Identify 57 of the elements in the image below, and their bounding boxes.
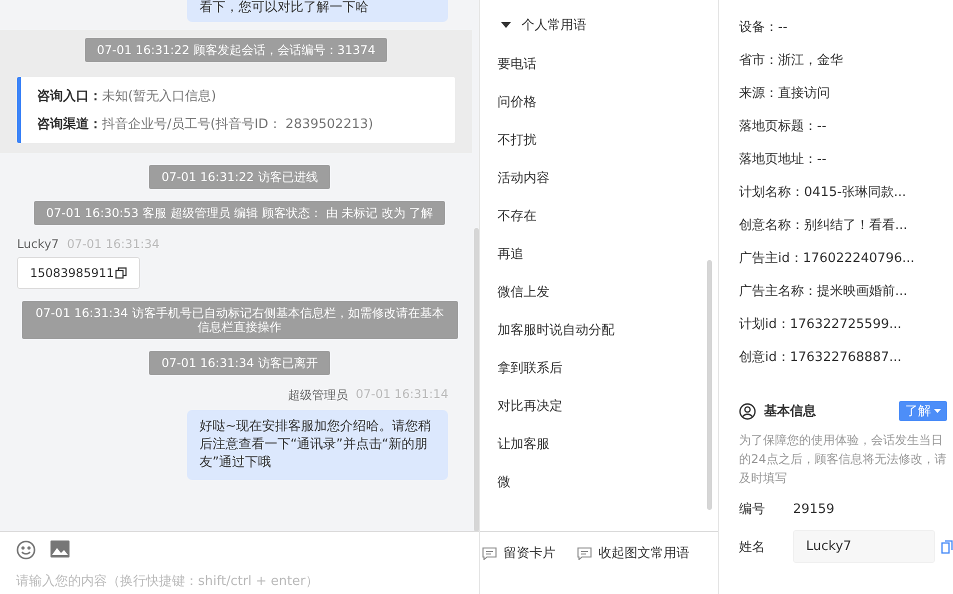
phrase-item[interactable]: 要电话	[497, 46, 718, 84]
message-time: 07-01 16:31:14	[356, 387, 448, 403]
info-field: 设备：--	[739, 18, 953, 51]
phrase-item[interactable]: 对比再决定	[497, 388, 718, 426]
message-bubble: 好哒~现在安排客服加您介绍哈。请您稍后注意查看一下“通讯录”并点击“新的朋友”通过下哦	[187, 410, 448, 480]
phrase-item[interactable]: 微	[497, 464, 718, 502]
system-notice: 07-01 16:31:22 访客已进线	[149, 165, 330, 189]
scrollbar[interactable]	[707, 260, 712, 510]
info-label: 咨询入口：	[37, 88, 102, 105]
scrollbar[interactable]	[474, 228, 480, 531]
phrase-item[interactable]: 不打扰	[497, 122, 718, 160]
info-value: 抖音企业号/员工号(抖音号ID： 2839502213)	[102, 116, 374, 133]
info-field: 创意id：176322768887...	[739, 348, 953, 381]
info-field: 来源：直接访问	[739, 84, 953, 117]
info-field: 广告主名称：提米映画婚前...	[739, 282, 953, 315]
info-value: 未知(暂无入口信息)	[102, 88, 216, 105]
field-label: 编号	[739, 501, 766, 518]
sender-name: Lucky7	[17, 237, 59, 251]
message-icon	[482, 546, 498, 560]
copy-icon[interactable]	[114, 267, 127, 279]
phrase-item[interactable]: 不存在	[497, 198, 718, 236]
info-field: 省市：浙江，金华	[739, 51, 953, 84]
phrase-item[interactable]: 加客服时说自动分配	[497, 312, 718, 350]
field-value: 29159	[793, 502, 834, 516]
system-notice: 07-01 16:31:34 访客已离开	[149, 351, 330, 375]
message-time: 07-01 16:31:34	[66, 237, 160, 251]
info-field: 广告主id：176022240796...	[739, 249, 953, 282]
phrase-item[interactable]: 再追	[497, 236, 718, 274]
message-icon	[577, 546, 592, 560]
name-input[interactable]: Lucky7	[793, 530, 935, 563]
info-field: 创意名称：别纠结了！看看...	[739, 216, 953, 249]
hint-text: 为了保障您的使用体验，会话发生当日的24点之后，顾客信息将无法修改，请及时填写	[739, 432, 948, 487]
info-field: 落地页地址：--	[739, 150, 953, 183]
info-field: 落地页标题：--	[739, 117, 953, 150]
system-notice: 07-01 16:31:22 顾客发起会话，会话编号：31374	[84, 38, 388, 62]
phrase-action-button[interactable]: 留资卡片	[482, 544, 556, 562]
info-label: 咨询渠道：	[37, 116, 102, 133]
phrase-item[interactable]: 让加客服	[497, 426, 718, 464]
phrase-item[interactable]: 拿到联系后	[497, 350, 718, 388]
caret-icon	[934, 409, 941, 413]
system-notice: 07-01 16:31:34 访客手机号已自动标记右侧基本信息栏，如需修改请在基本信息栏直接操作	[22, 301, 458, 339]
message-bubble: 看下，您可以对比了解一下哈	[187, 0, 448, 22]
info-field: 计划id：176322725599...	[739, 315, 953, 348]
phrase-action-button[interactable]: 收起图文常用语	[577, 544, 690, 562]
sender-name: 超级管理员	[288, 387, 348, 404]
phrase-item[interactable]: 问价格	[497, 84, 718, 122]
info-field: 计划名称：0415-张琳同款...	[739, 183, 953, 216]
field-label: 姓名	[739, 538, 766, 556]
user-icon	[739, 402, 756, 420]
phone-message: 15083985911	[17, 257, 140, 289]
phrase-item[interactable]: 活动内容	[497, 160, 718, 198]
section-title: 基本信息	[764, 403, 817, 420]
phrase-item[interactable]: 微信上发	[497, 274, 718, 312]
emoji-icon[interactable]	[16, 540, 36, 560]
caret-icon	[501, 22, 512, 28]
image-icon[interactable]	[50, 540, 70, 558]
system-notice: 07-01 16:30:53 客服 超级管理员 编辑 顾客状态： 由 未标记 改为 了解	[34, 201, 446, 225]
